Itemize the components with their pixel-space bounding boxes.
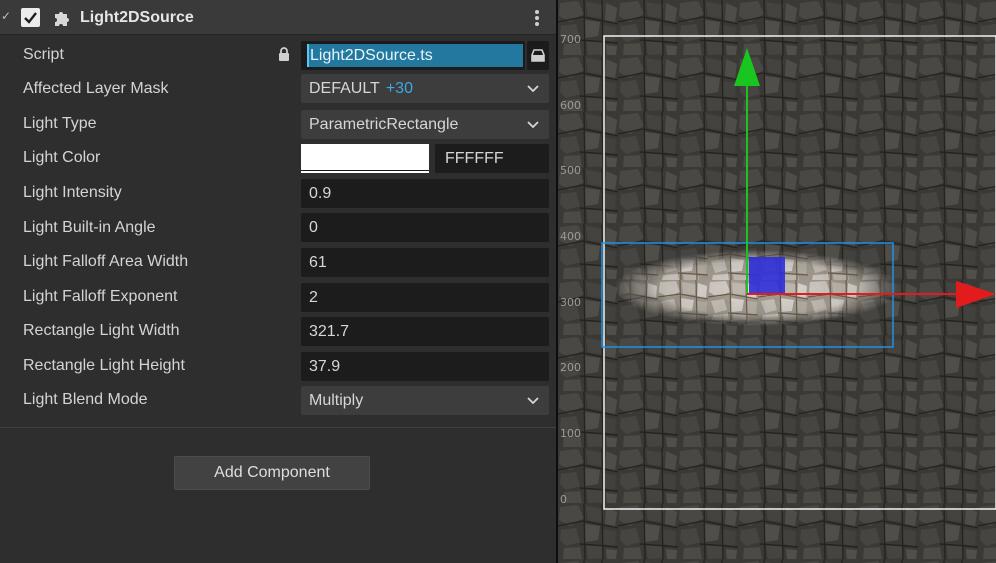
- gizmo-center-handle[interactable]: [749, 257, 785, 293]
- blend-mode-label: Light Blend Mode: [23, 391, 148, 408]
- locate-asset-button[interactable]: [527, 41, 549, 70]
- ruler-label: 600: [560, 99, 581, 112]
- rect-light-height-input[interactable]: 37.9: [301, 352, 549, 381]
- collapse-chevron-icon[interactable]: ✓: [1, 9, 11, 23]
- light-intensity-input[interactable]: 0.9: [301, 179, 549, 208]
- layer-mask-value: DEFAULT: [309, 80, 380, 97]
- light-color-swatch[interactable]: [301, 144, 429, 173]
- light-type-label: Light Type: [23, 115, 97, 132]
- falloff-area-width-label: Light Falloff Area Width: [23, 253, 189, 270]
- light-intensity-label: Light Intensity: [23, 184, 122, 201]
- blend-mode-select[interactable]: Multiply: [301, 386, 549, 415]
- chevron-down-icon: [527, 85, 539, 93]
- component-enabled-checkbox[interactable]: [21, 8, 40, 27]
- blend-mode-value: Multiply: [309, 392, 364, 409]
- lock-icon: [278, 47, 290, 61]
- ruler-label: 700: [560, 33, 581, 46]
- chevron-down-icon: [527, 397, 539, 405]
- rect-light-width-input[interactable]: 321.7: [301, 317, 549, 346]
- ruler-label: 0: [560, 493, 567, 506]
- script-asset-value[interactable]: Light2DSource.ts: [307, 44, 523, 67]
- light-color-label: Light Color: [23, 149, 101, 166]
- script-label: Script: [23, 46, 64, 63]
- chevron-down-icon: [527, 121, 539, 129]
- light-color-hex-input[interactable]: FFFFFF: [435, 144, 549, 173]
- built-in-angle-input[interactable]: 0: [301, 213, 549, 242]
- light-type-value: ParametricRectangle: [309, 116, 459, 133]
- component-header[interactable]: ✓ Light2DSource: [0, 0, 556, 35]
- scene-canvas[interactable]: [558, 0, 996, 563]
- light-type-select[interactable]: ParametricRectangle: [301, 110, 549, 139]
- ruler-label: 300: [560, 296, 581, 309]
- falloff-area-width-input[interactable]: 61: [301, 248, 549, 277]
- ruler-label: 500: [560, 164, 581, 177]
- falloff-exponent-label: Light Falloff Exponent: [23, 288, 178, 305]
- component-title: Light2DSource: [80, 9, 194, 26]
- layer-mask-label: Affected Layer Mask: [23, 80, 169, 97]
- scene-view[interactable]: 700 600 500 400 300 200 100 0: [558, 0, 996, 563]
- built-in-angle-label: Light Built-in Angle: [23, 219, 156, 236]
- layer-mask-extra-count: +30: [385, 80, 413, 97]
- ruler-label: 400: [560, 230, 581, 243]
- add-component-button[interactable]: Add Component: [174, 456, 370, 490]
- layer-mask-select[interactable]: DEFAULT +30: [301, 74, 549, 103]
- ruler-label: 100: [560, 427, 581, 440]
- rect-light-width-label: Rectangle Light Width: [23, 322, 180, 339]
- rect-light-height-label: Rectangle Light Height: [23, 357, 185, 374]
- ruler-label: 200: [560, 361, 581, 374]
- section-divider: [0, 427, 556, 428]
- falloff-exponent-input[interactable]: 2: [301, 283, 549, 312]
- puzzle-icon: [52, 8, 72, 28]
- inspector-panel: ✓ Light2DSource Script Light2DSource.ts …: [0, 0, 556, 563]
- more-options-icon[interactable]: [532, 9, 542, 27]
